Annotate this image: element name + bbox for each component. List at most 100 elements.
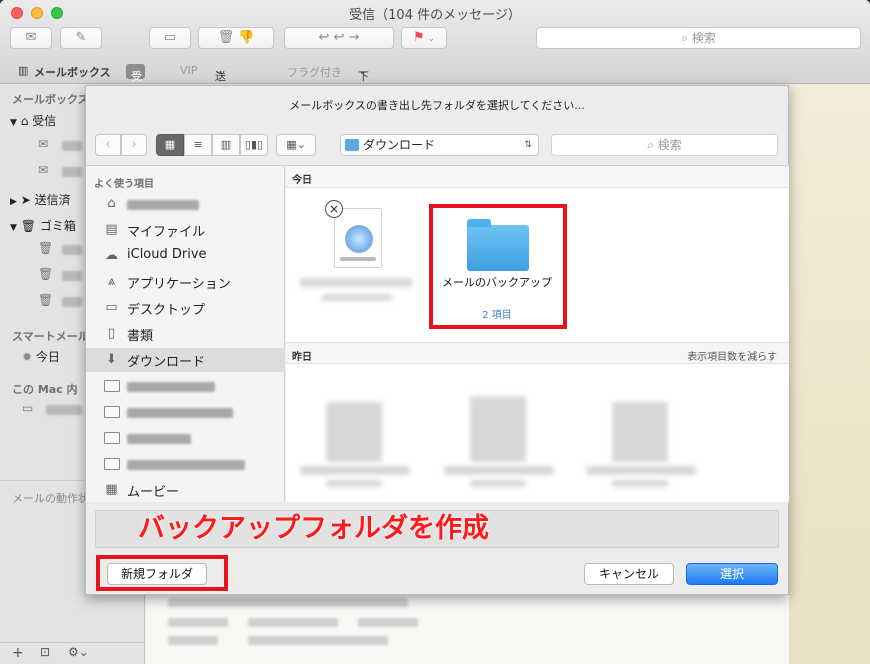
message-viewer bbox=[789, 85, 870, 664]
group-yesterday-label: 昨日 bbox=[292, 352, 312, 363]
sidebar-item-documents[interactable]: ▯ 書類 bbox=[86, 322, 285, 346]
message-preview-blurred bbox=[168, 598, 788, 664]
blurred-file-name bbox=[300, 278, 412, 287]
folder-icon: ▭ bbox=[22, 401, 34, 415]
sheet-search-field[interactable]: ⌕ 検索 bbox=[551, 134, 778, 156]
blurred-file-icon[interactable] bbox=[470, 396, 526, 462]
activity-label: メールの動作状 bbox=[12, 492, 89, 505]
coverflow-view-button[interactable]: ▯▮▯ bbox=[240, 134, 268, 156]
reply-icon: ↩ bbox=[318, 30, 330, 45]
group-today-label: 今日 bbox=[292, 175, 312, 186]
trash-icon: 🗑 bbox=[38, 241, 54, 255]
blurred-line bbox=[168, 598, 408, 607]
new-folder-highlight-box bbox=[96, 555, 228, 591]
sidebar-item-icloud[interactable]: ☁ iCloud Drive bbox=[86, 244, 285, 268]
junk-icon: 👎 bbox=[238, 30, 255, 45]
cancel-download-icon[interactable]: × bbox=[325, 200, 343, 218]
blurred-line bbox=[168, 636, 218, 645]
document-icon: ▯ bbox=[107, 326, 116, 341]
get-mail-button[interactable]: ✉ bbox=[10, 27, 52, 49]
send-icon: ➤ bbox=[20, 193, 31, 207]
sidebar-item-desktop[interactable]: ▭ デスクトップ bbox=[86, 296, 285, 320]
sidebar-blurred-item bbox=[62, 167, 82, 177]
arrange-icon: ▦⌄ bbox=[286, 138, 306, 151]
blurred-line bbox=[168, 618, 228, 627]
sidebar-item-sent[interactable]: ▶ ➤ 送信済 bbox=[10, 191, 71, 208]
sidebar-section-mailboxes: メールボックス bbox=[12, 93, 89, 106]
finder-sidebar: よく使う項目 ⌂ ▤ マイファイル ☁ iCloud Drive ⩓ アプリケー… bbox=[86, 165, 285, 502]
sidebar-item-label: 書類 bbox=[127, 329, 154, 344]
sheet-search-placeholder: 検索 bbox=[657, 138, 682, 152]
fav-drafts[interactable]: 下書き ⌄ bbox=[358, 64, 369, 115]
fav-mailboxes[interactable]: メールボックス bbox=[34, 64, 111, 80]
sidebar-inbox-label: 受信 bbox=[32, 114, 57, 128]
inbox-account-icon: ✉ bbox=[38, 163, 49, 177]
compose-button[interactable]: ✎ bbox=[60, 27, 102, 49]
trash-icon: 🗑 bbox=[217, 30, 235, 45]
fav-inbox[interactable]: 受信 ⌄ bbox=[126, 64, 146, 99]
blurred-file-icon[interactable] bbox=[612, 402, 668, 462]
sidebar-toggle-icon[interactable]: ▥ bbox=[18, 64, 28, 77]
safari-download-file[interactable] bbox=[334, 208, 382, 268]
add-mailbox-icon[interactable]: + bbox=[12, 645, 24, 661]
folder-highlight-box bbox=[429, 204, 567, 329]
updown-chevron-icon: ⇅ bbox=[524, 140, 532, 150]
sidebar-blurred-item bbox=[62, 297, 82, 307]
sidebar-item-label: アプリケーション bbox=[127, 277, 231, 292]
arrange-button[interactable]: ▦⌄ bbox=[276, 134, 316, 156]
blurred-label bbox=[127, 434, 191, 444]
folder-icon bbox=[104, 380, 120, 392]
fav-vip[interactable]: VIP bbox=[180, 64, 197, 77]
sidebar-item-applications[interactable]: ⩓ アプリケーション bbox=[86, 270, 285, 294]
envelope-icon: ✉ bbox=[25, 30, 37, 45]
mailbox-menu-icon[interactable]: ⊡ bbox=[40, 645, 50, 659]
path-popup[interactable]: ダウンロード ⇅ bbox=[340, 134, 539, 156]
group-header-yesterday: 昨日 表示項目数を減らす bbox=[286, 342, 789, 364]
sidebar-item-movies[interactable]: ▦ ムービー bbox=[86, 478, 285, 502]
forward-button[interactable]: › bbox=[121, 134, 147, 156]
blurred-file-name bbox=[612, 480, 668, 487]
disclosure-icon: ▶ bbox=[10, 197, 17, 207]
sidebar-item-folder[interactable] bbox=[86, 400, 285, 424]
all-files-icon: ▤ bbox=[105, 222, 118, 237]
blurred-file-icon[interactable] bbox=[326, 402, 382, 462]
gear-icon[interactable]: ⚙⌄ bbox=[68, 645, 89, 659]
blurred-file-name bbox=[444, 466, 554, 475]
group-header-today: 今日 bbox=[286, 166, 789, 188]
home-icon: ⌂ bbox=[107, 196, 116, 211]
disclosure-icon: ▼ bbox=[10, 118, 17, 128]
list-view-button[interactable]: ≡ bbox=[184, 134, 212, 156]
sidebar-item-trash[interactable]: ▼ 🗑 ゴミ箱 bbox=[10, 217, 76, 234]
blurred-label bbox=[127, 460, 245, 470]
coverflow-icon: ▯▮▯ bbox=[244, 138, 264, 151]
archive-button[interactable]: ▭ bbox=[149, 27, 191, 49]
sidebar-item-inbox[interactable]: ▼ ⌂ 受信 bbox=[10, 112, 56, 129]
choose-button[interactable]: 選択 bbox=[686, 563, 778, 585]
trash-icon: 🗑 bbox=[38, 267, 54, 281]
sidebar-item-folder[interactable] bbox=[86, 452, 285, 476]
show-fewer-link[interactable]: 表示項目数を減らす bbox=[687, 348, 777, 363]
sidebar-bottom-bar: + ⊡ ⚙⌄ bbox=[0, 642, 145, 664]
search-field[interactable]: ⌕ 検索 bbox=[536, 27, 861, 49]
fav-sent[interactable]: 送信済み ⌄ bbox=[215, 64, 226, 131]
sidebar-item-downloads[interactable]: ⬇ ダウンロード bbox=[86, 348, 285, 372]
fav-flagged[interactable]: フラグ付き bbox=[287, 64, 342, 80]
sidebar-item-folder[interactable] bbox=[86, 374, 285, 398]
sidebar-blurred-item bbox=[62, 141, 82, 151]
sidebar-item-allmyfiles[interactable]: ▤ マイファイル bbox=[86, 218, 285, 242]
folder-icon bbox=[104, 432, 120, 444]
back-button[interactable]: ‹ bbox=[95, 134, 121, 156]
reply-forward-button[interactable]: ↩ ↩ → bbox=[284, 27, 394, 49]
flag-button[interactable]: ⚑ ⌄ bbox=[401, 27, 447, 49]
delete-junk-button[interactable]: 🗑 👎 bbox=[198, 27, 274, 49]
icon-view-button[interactable]: ▦ bbox=[156, 134, 184, 156]
column-view-button[interactable]: ▥ bbox=[212, 134, 240, 156]
sidebar-item-folder[interactable] bbox=[86, 426, 285, 450]
sidebar-trash-label: ゴミ箱 bbox=[39, 219, 76, 233]
trash-icon: 🗑 bbox=[38, 293, 54, 307]
blurred-file-name bbox=[322, 294, 392, 301]
sidebar-item-today[interactable]: ✹ 今日 bbox=[22, 348, 60, 365]
sidebar-item-home[interactable]: ⌂ bbox=[86, 192, 285, 216]
sidebar-item-label: ダウンロード bbox=[127, 355, 206, 370]
cancel-button[interactable]: キャンセル bbox=[584, 563, 674, 585]
